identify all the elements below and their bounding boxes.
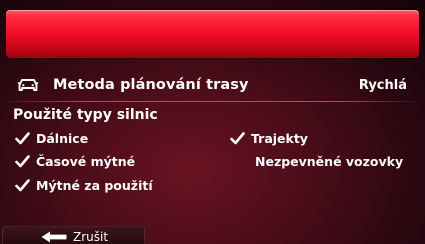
road-type-unpaved[interactable]: Nezpevněné vozovky xyxy=(234,152,403,170)
back-arrow-icon xyxy=(41,231,67,243)
top-banner xyxy=(6,10,419,58)
checkmark-icon xyxy=(15,131,30,144)
checkmark-icon xyxy=(15,154,30,167)
road-type-ferries[interactable]: Trajekty xyxy=(230,129,308,147)
route-method-label: Metoda plánování trasy xyxy=(53,77,249,93)
road-type-label: Nezpevněné vozovky xyxy=(255,153,404,169)
road-type-label: Dálnice xyxy=(36,130,89,146)
road-type-motorways[interactable]: Dálnice xyxy=(15,129,88,147)
road-type-label: Časové mýtné xyxy=(36,153,136,169)
unchecked-placeholder xyxy=(234,155,249,168)
road-type-label: Trajekty xyxy=(251,130,308,146)
car-icon xyxy=(17,79,39,91)
divider xyxy=(6,101,419,102)
road-type-label: Mýtné za použití xyxy=(36,177,153,193)
road-type-periodic-toll[interactable]: Časové mýtné xyxy=(15,152,135,170)
route-settings-screen: Metoda plánování trasy Rychlá Použité ty… xyxy=(0,0,425,244)
checkmark-icon xyxy=(230,131,245,144)
route-method-row[interactable]: Metoda plánování trasy Rychlá xyxy=(6,68,419,102)
cancel-button[interactable]: Zrušit xyxy=(2,226,145,244)
road-types-heading: Použité typy silnic xyxy=(13,107,158,123)
road-type-toll[interactable]: Mýtné za použití xyxy=(15,176,153,194)
cancel-label: Zrušit xyxy=(73,230,109,244)
route-method-value: Rychlá xyxy=(358,77,407,93)
checkmark-icon xyxy=(15,178,30,191)
